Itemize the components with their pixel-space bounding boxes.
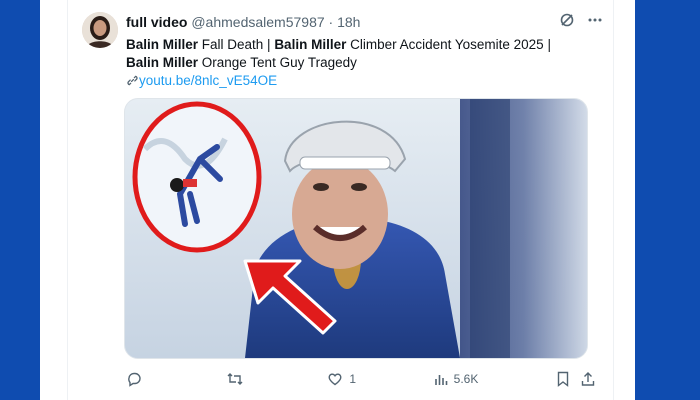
background-left <box>0 0 40 400</box>
views-count: 5.6K <box>453 372 479 386</box>
avatar-image <box>82 12 118 48</box>
tweet-text: Balin Miller Fall Death | Balin Miller C… <box>126 36 596 90</box>
grok-icon[interactable] <box>559 12 575 28</box>
views-icon <box>434 375 447 385</box>
tweet-link-text[interactable]: youtu.be/8nlc_vE54OE <box>139 73 277 88</box>
retweet-button[interactable] <box>226 371 250 387</box>
text-2: Climber Accident Yosemite 2025 | <box>346 37 551 52</box>
user-handle[interactable]: @ahmedsalem57987 <box>191 14 324 30</box>
text-bold-3: Balin Miller <box>126 55 199 70</box>
text-3: Orange Tent Guy Tragedy <box>198 55 357 70</box>
tweet-media[interactable] <box>124 98 588 359</box>
share-icon <box>581 372 595 386</box>
text-1: Fall Death | <box>198 37 275 52</box>
tweet-header: full video @ahmedsalem57987 · 18h <box>126 14 599 32</box>
text-bold-1: Balin Miller <box>126 37 199 52</box>
secondary-actions <box>556 371 596 387</box>
more-icon[interactable] <box>587 12 603 28</box>
bookmark-icon <box>557 371 569 387</box>
like-count: 1 <box>349 372 356 386</box>
avatar[interactable] <box>82 12 118 48</box>
background-right <box>635 0 700 400</box>
media-image <box>125 99 587 358</box>
heart-icon <box>328 373 342 386</box>
separator-dot: · <box>328 14 334 30</box>
views-button[interactable]: 5.6K <box>434 372 479 386</box>
reply-button[interactable] <box>126 371 148 387</box>
tweet-card[interactable]: full video @ahmedsalem57987 · 18h Balin … <box>67 0 614 400</box>
link-icon <box>127 75 138 86</box>
tweet-link[interactable]: youtu.be/8nlc_vE54OE <box>126 73 277 88</box>
text-bold-2: Balin Miller <box>274 37 347 52</box>
retweet-icon <box>227 373 243 385</box>
reply-icon <box>128 372 141 387</box>
bookmark-button[interactable] <box>556 371 570 387</box>
share-button[interactable] <box>580 371 596 387</box>
like-button[interactable]: 1 <box>327 371 356 387</box>
page: full video @ahmedsalem57987 · 18h Balin … <box>40 0 635 400</box>
timestamp[interactable]: 18h <box>337 14 360 30</box>
tweet-actions: 1 5.6K <box>126 368 596 390</box>
header-actions <box>559 12 603 28</box>
display-name[interactable]: full video <box>126 14 187 30</box>
